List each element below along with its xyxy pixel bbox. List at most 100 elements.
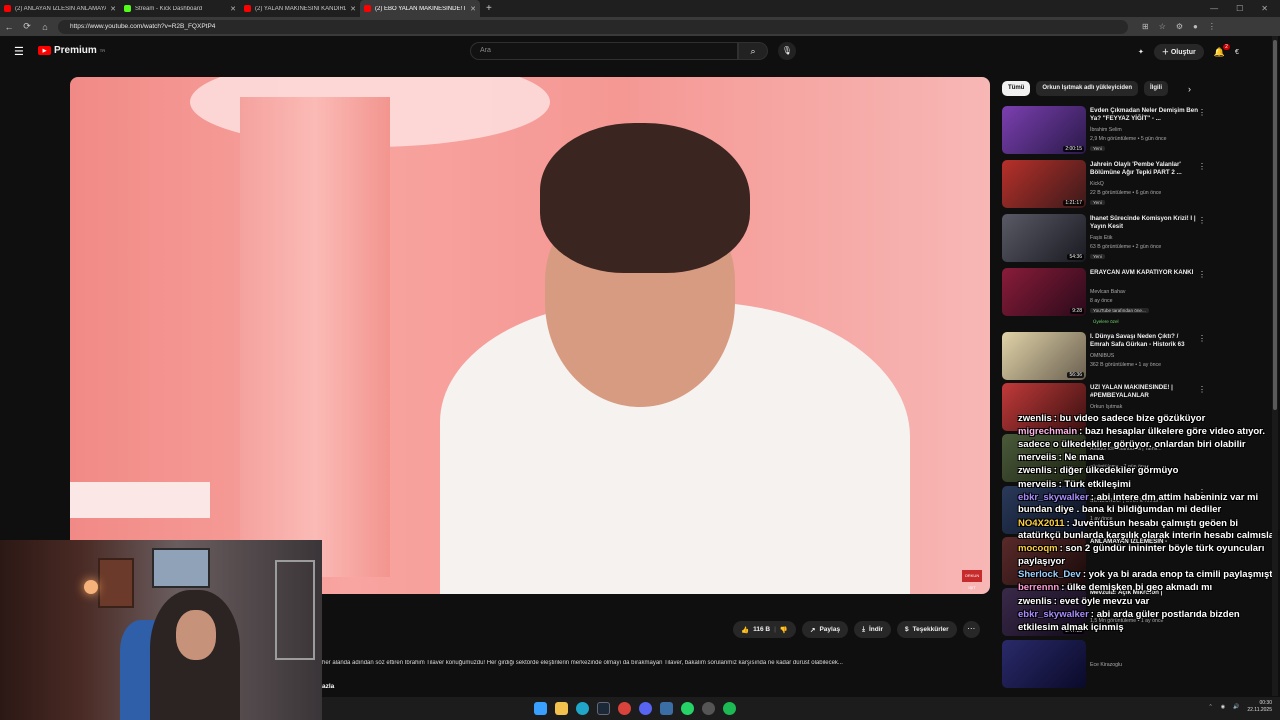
video-meta: 362 B görüntüleme • 1 ay önce [1090,362,1162,368]
related-video[interactable]: Ece Kirazoglu [1002,640,1252,688]
show-more-link[interactable]: azla [322,683,334,690]
tray-overflow-icon[interactable]: ⌃ [1209,704,1213,710]
channel-name[interactable]: Orkun Işıtmak [1090,404,1122,410]
video-menu-icon[interactable]: ⋮ [1198,108,1206,117]
chip-related[interactable]: İlgili [1144,81,1169,96]
search-input[interactable]: Ara [470,42,738,60]
video-thumbnail[interactable]: 1:21:17 [1002,160,1086,208]
close-tab-icon[interactable]: ✕ [470,5,476,13]
scrollbar-thumb[interactable] [1273,40,1277,410]
voice-search-button[interactable]: 🎙 [778,42,796,60]
install-app-icon[interactable]: ⊞ [1142,22,1149,31]
app-icon[interactable] [618,702,631,715]
video-description[interactable]: her alanda adından söz ettiren İbrahim T… [322,660,988,666]
youtube-favicon-icon [364,5,371,12]
video-title[interactable]: UZİ YALAN MAKİNESİNDE! | #PEMBEYALANLAR [1090,384,1198,401]
app2-icon[interactable] [660,702,673,715]
channel-name[interactable]: Ece Kirazoglu [1090,662,1122,668]
obs-icon[interactable] [702,702,715,715]
close-tab-icon[interactable]: ✕ [110,5,116,13]
chat-message: zwenlis: diğer ülkedekiler görmüyo [1018,465,1179,477]
channel-name[interactable]: OMNIBUS [1090,353,1114,359]
new-badge: Yeni [1090,200,1105,205]
notifications-button[interactable]: 🔔 2 [1214,43,1230,58]
back-icon[interactable]: ← [0,22,18,32]
video-thumbnail[interactable]: 54:36 [1002,214,1086,262]
thumbs-down-icon[interactable]: 👎 [780,626,788,634]
related-video[interactable]: 9:28 ERAYCAN AVM KAPATIYOR KANKİ Mevlcan… [1002,268,1252,324]
related-video[interactable]: 56:36 I. Dünya Savaşı Neden Çıktı? / Emr… [1002,332,1252,380]
whatsapp-icon[interactable] [681,702,694,715]
browser-tab[interactable]: (2) YALAN MAKİNESİNİ KANDIRDI ✕ [240,0,360,17]
browser-tab[interactable]: Stream - Kick Dashboard ✕ [120,0,240,17]
edge-browser-icon[interactable] [576,702,589,715]
chevron-right-icon[interactable]: › [1188,84,1191,94]
video-title[interactable]: İhanet Sürecinde Komisyon Krizi! I | Yay… [1090,215,1198,232]
home-icon[interactable]: ⌂ [36,22,54,32]
related-video[interactable]: 2:00:15 Evden Çıkmadan Neler Demişim Ben… [1002,106,1252,154]
network-icon[interactable]: ◉ [1221,704,1225,710]
extensions-icon[interactable]: ⚙ [1176,22,1183,31]
thanks-label: Teşekkürler [912,626,949,633]
video-player[interactable]: ORKUN IŞIT [70,77,990,594]
create-button[interactable]: ＋ Oluştur [1153,44,1204,60]
reload-icon[interactable]: ⟳ [18,21,36,32]
browser-tab-active[interactable]: (2) EBO YALAN MAKİNESİNDE! I ✕ [360,0,480,17]
search-button[interactable]: ⌕ [738,42,768,60]
video-title[interactable]: I. Dünya Savaşı Neden Çıktı? / Emrah Saf… [1090,333,1198,350]
chat-text: bu video sadece bize gözüküyor [1059,413,1206,424]
thanks-button[interactable]: $ Teşekkürler [897,621,957,638]
close-window-icon[interactable]: ✕ [1261,4,1268,13]
url-field[interactable]: https://www.youtube.com/watch?v=R2B_FQXP… [58,19,1128,34]
new-tab-button[interactable]: + [486,3,492,14]
video-thumbnail[interactable]: 9:28 [1002,268,1086,316]
video-title[interactable]: Evden Çıkmadan Neler Demişim Ben Ya? "FE… [1090,107,1198,124]
chat-username: berrennn [1018,582,1060,594]
browser-tab-bar: (2) ANLAYAN İZLESİN ANLAMAYAN ✕ Stream - … [0,0,1280,17]
file-explorer-icon[interactable] [555,702,568,715]
spotify-icon[interactable] [723,702,736,715]
windows-start-icon[interactable] [534,702,547,715]
tab-title: (2) YALAN MAKİNESİNİ KANDIRDI [255,5,347,12]
download-button[interactable]: ⤓ İndir [854,621,892,638]
related-video[interactable]: 1:21:17 Jahrein Olaylı 'Pembe Yalanlar' … [1002,160,1252,208]
related-video[interactable]: 54:36 İhanet Sürecinde Komisyon Krizi! I… [1002,214,1252,262]
youtube-logo[interactable]: ▶ Premium TR [38,45,105,56]
video-thumbnail[interactable]: 56:36 [1002,332,1086,380]
video-title[interactable]: Jahrein Olaylı 'Pembe Yalanlar' Bölümüne… [1090,161,1198,178]
chip-all[interactable]: Tümü [1002,81,1031,96]
channel-name[interactable]: KickQ [1090,181,1104,187]
chat-username: merveiis [1018,452,1057,464]
video-menu-icon[interactable]: ⋮ [1198,216,1206,225]
video-thumbnail[interactable] [1002,640,1086,688]
profile-avatar-icon[interactable]: ● [1193,22,1198,31]
close-tab-icon[interactable]: ✕ [350,5,356,13]
account-avatar-icon[interactable]: € [1235,49,1239,56]
channel-name[interactable]: Faşix Etik [1090,235,1112,241]
channel-name[interactable]: İbrahim Selim [1090,127,1122,133]
minimize-icon[interactable]: — [1210,4,1218,13]
close-tab-icon[interactable]: ✕ [230,5,236,13]
video-title[interactable]: ERAYCAN AVM KAPATIYOR KANKİ [1090,269,1198,277]
volume-icon[interactable]: 🔊 [1233,704,1239,710]
video-menu-icon[interactable]: ⋮ [1198,270,1206,279]
steam-icon[interactable] [597,702,610,715]
discord-icon[interactable] [639,702,652,715]
maximize-icon[interactable]: ☐ [1236,4,1243,13]
video-menu-icon[interactable]: ⋮ [1198,162,1206,171]
hamburger-menu-icon[interactable]: ☰ [14,45,24,58]
chip-from-uploader[interactable]: Orkun Işıtmak adlı yükleyiciden [1036,81,1139,96]
like-button[interactable]: 👍 116 B | 👎 [733,621,797,638]
video-thumbnail[interactable]: 2:00:15 [1002,106,1086,154]
channel-name[interactable]: Mevlcan Bahav [1090,289,1125,295]
menu-dots-icon[interactable]: ⋮ [1208,22,1216,31]
system-clock[interactable]: 00:30 22.11.2025 [1247,700,1272,713]
more-actions-button[interactable]: ⋯ [962,621,980,638]
share-button[interactable]: ↗ Paylaş [802,621,849,638]
chat-message: ebkr_skywalker: abi intere dm attim habe… [1018,492,1259,516]
cast-icon[interactable]: ✦ [1138,48,1144,56]
bookmark-star-icon[interactable]: ☆ [1159,22,1166,31]
browser-tab[interactable]: (2) ANLAYAN İZLESİN ANLAMAYAN ✕ [0,0,120,17]
video-menu-icon[interactable]: ⋮ [1198,334,1206,343]
video-menu-icon[interactable]: ⋮ [1198,385,1206,394]
